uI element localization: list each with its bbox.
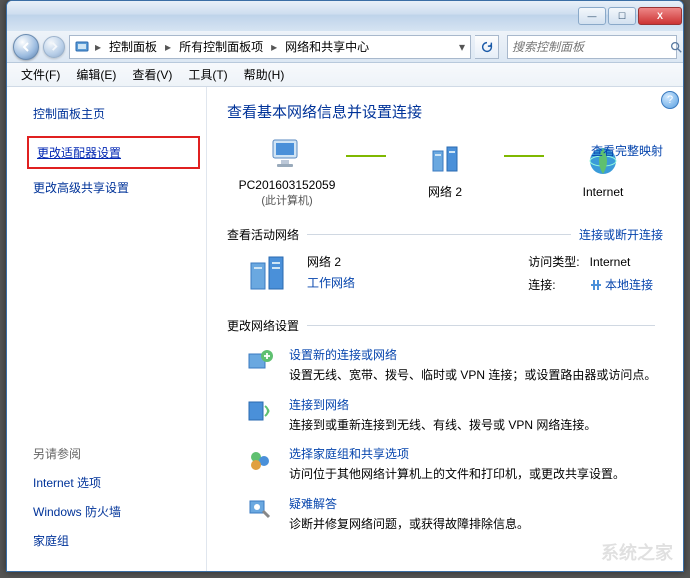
search-box[interactable] — [507, 35, 677, 59]
refresh-button[interactable] — [475, 35, 499, 59]
connection-label: 连接: — [528, 276, 586, 293]
active-networks-header: 查看活动网络 连接或断开连接 — [227, 226, 663, 243]
search-icon[interactable] — [669, 40, 683, 54]
change-advanced-sharing-link[interactable]: 更改高级共享设置 — [33, 179, 194, 196]
chevron-right-icon[interactable]: ▸ — [268, 40, 280, 54]
close-button[interactable]: X — [638, 7, 682, 25]
map-node-sublabel: (此计算机) — [261, 194, 312, 208]
setting-desc: 访问位于其他网络计算机上的文件和打印机，或更改共享设置。 — [289, 466, 625, 483]
breadcrumb[interactable]: ▸ 控制面板 ▸ 所有控制面板项 ▸ 网络和共享中心 ▾ — [69, 35, 471, 59]
menu-tools[interactable]: 工具(T) — [180, 63, 235, 86]
network-type-link[interactable]: 工作网络 — [307, 274, 355, 291]
connect-disconnect-link[interactable]: 连接或断开连接 — [579, 226, 663, 243]
active-network-row: 网络 2 工作网络 访问类型: Internet 连接: 本地连接 — [245, 253, 663, 299]
help-button[interactable]: ? — [661, 91, 679, 109]
map-node-label: PC201603152059 — [239, 178, 336, 194]
network-map: 查看完整映射 PC201603152059 (此计算机) 网络 2 — [227, 136, 663, 208]
control-panel-icon — [74, 39, 90, 55]
troubleshoot-icon — [245, 495, 275, 525]
breadcrumb-item[interactable]: 控制面板 — [106, 36, 160, 57]
sidebar-home-link[interactable]: 控制面板主页 — [33, 105, 194, 122]
map-node-network[interactable]: 网络 2 — [390, 143, 500, 201]
network-icon — [425, 143, 465, 181]
chevron-right-icon[interactable]: ▸ — [92, 40, 104, 54]
active-network-name: 网络 2 — [307, 255, 341, 269]
setting-link[interactable]: 设置新的连接或网络 — [289, 346, 656, 363]
setting-link[interactable]: 疑难解答 — [289, 495, 529, 512]
map-node-label: Internet — [583, 185, 624, 201]
change-settings-header: 更改网络设置 — [227, 317, 663, 334]
setting-desc: 连接到或重新连接到无线、有线、拨号或 VPN 网络连接。 — [289, 417, 596, 434]
network-large-icon — [245, 253, 293, 297]
menu-bar: 文件(F) 编辑(E) 查看(V) 工具(T) 帮助(H) — [7, 63, 683, 87]
map-node-pc[interactable]: PC201603152059 (此计算机) — [232, 136, 342, 208]
menu-file[interactable]: 文件(F) — [13, 63, 68, 86]
breadcrumb-dropdown[interactable]: ▾ — [454, 40, 470, 54]
search-input[interactable] — [512, 40, 669, 54]
menu-help[interactable]: 帮助(H) — [236, 63, 293, 86]
main-pane: ? 查看基本网络信息并设置连接 查看完整映射 PC201603152059 (此… — [207, 87, 683, 571]
titlebar[interactable]: — ☐ X — [7, 1, 683, 31]
watermark: 系统之家 — [601, 539, 673, 565]
minimize-button[interactable]: — — [578, 7, 606, 25]
setting-desc: 诊断并修复网络问题，或获得故障排除信息。 — [289, 516, 529, 533]
menu-view[interactable]: 查看(V) — [124, 63, 180, 86]
breadcrumb-item[interactable]: 所有控制面板项 — [176, 36, 266, 57]
see-also-firewall[interactable]: Windows 防火墙 — [33, 503, 194, 520]
address-bar: ▸ 控制面板 ▸ 所有控制面板项 ▸ 网络和共享中心 ▾ — [7, 31, 683, 63]
chevron-right-icon[interactable]: ▸ — [162, 40, 174, 54]
nav-forward-button[interactable] — [43, 36, 65, 58]
setting-link[interactable]: 连接到网络 — [289, 396, 596, 413]
see-also-homegroup[interactable]: 家庭组 — [33, 532, 194, 549]
setting-homegroup: 选择家庭组和共享选项 访问位于其他网络计算机上的文件和打印机，或更改共享设置。 — [245, 445, 663, 483]
access-type-value: Internet — [590, 255, 631, 269]
computer-icon — [267, 136, 307, 174]
nav-back-button[interactable] — [13, 34, 39, 60]
page-title: 查看基本网络信息并设置连接 — [227, 101, 663, 122]
menu-edit[interactable]: 编辑(E) — [68, 63, 124, 86]
connection-line-icon — [504, 155, 544, 157]
highlighted-adapter-link: 更改适配器设置 — [27, 136, 200, 169]
section-title: 查看活动网络 — [227, 226, 299, 243]
see-also-internet-options[interactable]: Internet 选项 — [33, 474, 194, 491]
connect-network-icon — [245, 396, 275, 426]
local-connection-link[interactable]: 本地连接 — [605, 278, 653, 292]
map-node-label: 网络 2 — [428, 185, 462, 201]
connection-status-icon — [590, 278, 605, 292]
section-title: 更改网络设置 — [227, 317, 299, 334]
sidebar: 控制面板主页 更改适配器设置 更改高级共享设置 另请参阅 Internet 选项… — [7, 87, 207, 571]
setting-connect-network: 连接到网络 连接到或重新连接到无线、有线、拨号或 VPN 网络连接。 — [245, 396, 663, 434]
new-connection-icon — [245, 346, 275, 376]
content: 控制面板主页 更改适配器设置 更改高级共享设置 另请参阅 Internet 选项… — [7, 87, 683, 571]
setting-new-connection: 设置新的连接或网络 设置无线、宽带、拨号、临时或 VPN 连接；或设置路由器或访… — [245, 346, 663, 384]
homegroup-icon — [245, 445, 275, 475]
connection-line-icon — [346, 155, 386, 157]
window: — ☐ X ▸ 控制面板 ▸ 所有控制面板项 ▸ 网络和共享中心 ▾ — [6, 0, 684, 572]
setting-desc: 设置无线、宽带、拨号、临时或 VPN 连接；或设置路由器或访问点。 — [289, 367, 656, 384]
see-also-header: 另请参阅 — [33, 445, 194, 462]
maximize-button[interactable]: ☐ — [608, 7, 636, 25]
view-full-map-link[interactable]: 查看完整映射 — [591, 142, 663, 159]
access-type-label: 访问类型: — [528, 253, 586, 270]
setting-troubleshoot: 疑难解答 诊断并修复网络问题，或获得故障排除信息。 — [245, 495, 663, 533]
change-adapter-settings-link[interactable]: 更改适配器设置 — [33, 144, 125, 162]
breadcrumb-item[interactable]: 网络和共享中心 — [282, 36, 372, 57]
see-also: 另请参阅 Internet 选项 Windows 防火墙 家庭组 — [33, 445, 194, 561]
setting-link[interactable]: 选择家庭组和共享选项 — [289, 445, 625, 462]
access-details: 访问类型: Internet 连接: 本地连接 — [528, 253, 653, 299]
